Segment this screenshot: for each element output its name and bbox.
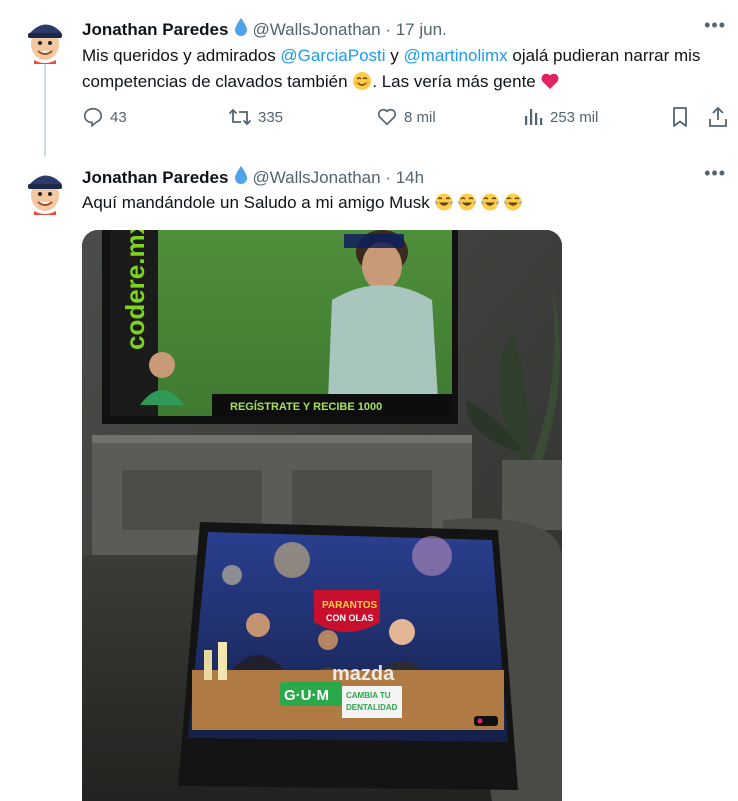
bookmark-button[interactable] xyxy=(670,106,690,128)
bookmark-icon xyxy=(673,107,687,127)
author-name[interactable]: Jonathan Paredes xyxy=(82,168,228,187)
author-handle[interactable]: @WallsJonathan xyxy=(252,168,380,187)
share-button[interactable] xyxy=(707,106,729,128)
like-button[interactable]: 8 mil xyxy=(376,106,436,128)
mention-link[interactable]: @GarciaPosti xyxy=(280,46,385,65)
retweet-button[interactable]: 335 xyxy=(228,106,283,128)
reply-icon xyxy=(83,107,103,128)
verified-drop-icon xyxy=(234,17,248,42)
smiling-face-icon xyxy=(353,72,372,90)
ad-line1: CAMBIA TU xyxy=(346,691,391,700)
view-count: 253 mil xyxy=(550,108,599,126)
tweet-text: Aquí mandándole un Saludo a mi amigo Mus… xyxy=(82,190,732,216)
tears-of-joy-icon xyxy=(458,193,477,211)
avatar[interactable] xyxy=(22,165,68,215)
thread-line xyxy=(44,64,46,156)
more-icon[interactable]: ••• xyxy=(704,15,726,36)
tears-of-joy-icon xyxy=(481,193,500,211)
more-icon[interactable]: ••• xyxy=(704,163,726,184)
share-icon xyxy=(709,106,727,127)
mention-link[interactable]: @martinolimx xyxy=(404,46,508,65)
reply-button[interactable]: 43 xyxy=(82,106,127,128)
avatar[interactable] xyxy=(22,14,68,64)
like-icon xyxy=(377,108,397,126)
reply-count: 43 xyxy=(110,108,127,126)
ad-line2: DENTALIDAD xyxy=(346,703,398,712)
author-handle[interactable]: @WallsJonathan xyxy=(252,20,380,39)
red-heart-icon xyxy=(541,73,560,89)
tweet-actions: 43 335 8 mil 253 mil xyxy=(82,106,732,136)
tv-bottom-banner: REGÍSTRATE Y RECIBE 1000 xyxy=(230,400,382,413)
views-button[interactable]: 253 mil xyxy=(522,106,598,128)
tweet-photo[interactable]: codere.mx REGÍSTRATE Y RECIBE 1000 PARAN… xyxy=(82,230,562,801)
tweet-time[interactable]: · 14h xyxy=(385,168,424,187)
tv-brand: codere.mx xyxy=(120,230,150,350)
show-logo-line2: CON OLAS xyxy=(326,613,374,623)
tweet-text: Mis queridos y admirados @GarciaPosti y … xyxy=(82,46,701,91)
retweet-icon xyxy=(228,108,252,126)
tweet-1[interactable]: Jonathan Paredes @WallsJonathan · 17 jun.… xyxy=(0,0,738,160)
tears-of-joy-icon xyxy=(435,193,454,211)
ad-brand: G·U·M xyxy=(284,687,329,704)
like-count: 8 mil xyxy=(404,108,436,126)
show-logo-line1: PARANTOS xyxy=(322,600,378,611)
views-icon xyxy=(525,109,543,125)
author-name[interactable]: Jonathan Paredes xyxy=(82,20,228,39)
sponsor-logo: mazda xyxy=(332,663,395,685)
retweet-count: 335 xyxy=(258,108,284,126)
verified-drop-icon xyxy=(234,165,248,190)
photo-scene: codere.mx REGÍSTRATE Y RECIBE 1000 PARAN… xyxy=(82,230,562,801)
tweet-time[interactable]: · 17 jun. xyxy=(385,20,446,39)
tweet-header: Jonathan Paredes @WallsJonathan · 17 jun. xyxy=(82,17,447,42)
tweet-header: Jonathan Paredes @WallsJonathan · 14h xyxy=(82,165,424,190)
tears-of-joy-icon xyxy=(504,193,523,211)
